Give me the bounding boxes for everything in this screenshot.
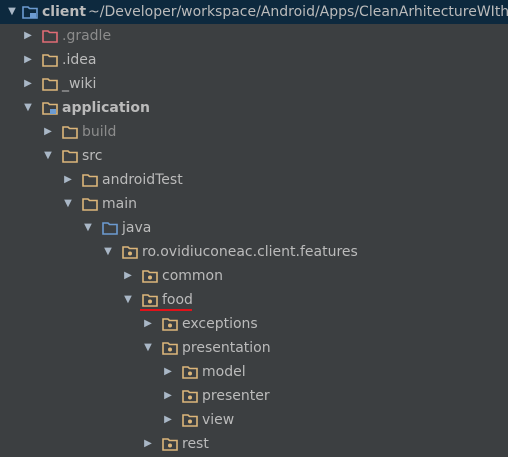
tree-row-common[interactable]: ▶ common — [0, 264, 508, 288]
expand-arrow-icon[interactable]: ▼ — [80, 216, 96, 240]
package-folder-icon — [122, 246, 138, 259]
tree-label-common: common — [162, 268, 223, 284]
tree-row-rest[interactable]: ▶ rest — [0, 432, 508, 456]
tree-label-client: client — [42, 4, 87, 20]
module-folder-icon — [22, 6, 38, 19]
tree-row-java[interactable]: ▼ java — [0, 216, 508, 240]
tree-label-build: build — [82, 124, 117, 140]
tree-label-view: view — [202, 412, 235, 428]
tree-label-model: model — [202, 364, 246, 380]
package-folder-icon — [182, 414, 198, 427]
excluded-folder-icon — [42, 30, 58, 43]
collapsed-arrow-icon[interactable]: ▶ — [20, 72, 36, 96]
tree-row-gradle[interactable]: ▶ .gradle — [0, 24, 508, 48]
tree-label-wiki: _wiki — [62, 76, 97, 92]
tree-row-package[interactable]: ▼ ro.ovidiuconeac.client.features — [0, 240, 508, 264]
tree-path-client: ~/Developer/workspace/Android/Apps/Clean… — [88, 4, 508, 20]
tree-label-java: java — [122, 220, 152, 236]
expand-arrow-icon[interactable]: ▼ — [4, 0, 20, 24]
tree-label-exceptions: exceptions — [182, 316, 258, 332]
folder-icon — [82, 198, 98, 211]
tree-row-food[interactable]: ▼ food — [0, 288, 508, 312]
tree-label-main: main — [102, 196, 137, 212]
expand-arrow-icon[interactable]: ▼ — [140, 336, 156, 360]
expand-arrow-icon[interactable]: ▼ — [120, 288, 136, 312]
source-folder-icon — [102, 222, 118, 235]
expand-arrow-icon[interactable]: ▼ — [40, 144, 56, 168]
package-folder-icon — [162, 438, 178, 451]
tree-row-presentation[interactable]: ▼ presentation — [0, 336, 508, 360]
collapsed-arrow-icon[interactable]: ▶ — [20, 24, 36, 48]
expand-arrow-icon[interactable]: ▼ — [100, 240, 116, 264]
tree-row-model[interactable]: ▶ model — [0, 360, 508, 384]
tree-label-gradle-name: gradle — [66, 28, 112, 44]
project-tree: ▼ client ~/Developer/workspace/Android/A… — [0, 0, 508, 457]
tree-label-application: application — [62, 100, 150, 116]
tree-row-application[interactable]: ▼ application — [0, 96, 508, 120]
highlight-underline — [140, 309, 192, 311]
module-folder-icon — [42, 102, 58, 115]
collapsed-arrow-icon[interactable]: ▶ — [160, 408, 176, 432]
tree-row-idea[interactable]: ▶ .idea — [0, 48, 508, 72]
tree-label-package: ro.ovidiuconeac.client.features — [142, 244, 358, 260]
folder-icon — [42, 78, 58, 91]
collapsed-arrow-icon[interactable]: ▶ — [60, 168, 76, 192]
tree-label-gradle: .gradle — [62, 24, 111, 48]
tree-row-view[interactable]: ▶ view — [0, 408, 508, 432]
folder-icon — [62, 126, 78, 139]
tree-row-main[interactable]: ▼ main — [0, 192, 508, 216]
package-folder-icon — [162, 342, 178, 355]
package-folder-icon — [182, 366, 198, 379]
tree-row-androidtest[interactable]: ▶ androidTest — [0, 168, 508, 192]
tree-label-presentation: presentation — [182, 340, 271, 356]
collapsed-arrow-icon[interactable]: ▶ — [120, 264, 136, 288]
package-folder-icon — [142, 270, 158, 283]
tree-row-build[interactable]: ▶ build — [0, 120, 508, 144]
package-folder-icon — [162, 318, 178, 331]
tree-row-src[interactable]: ▼ src — [0, 144, 508, 168]
collapsed-arrow-icon[interactable]: ▶ — [160, 360, 176, 384]
tree-row-client[interactable]: ▼ client ~/Developer/workspace/Android/A… — [0, 0, 508, 24]
folder-icon — [62, 150, 78, 163]
tree-label-src: src — [82, 148, 103, 164]
folder-icon — [42, 54, 58, 67]
tree-label-presenter: presenter — [202, 388, 270, 404]
package-folder-icon — [142, 294, 158, 307]
collapsed-arrow-icon[interactable]: ▶ — [40, 120, 56, 144]
tree-row-presenter[interactable]: ▶ presenter — [0, 384, 508, 408]
tree-label-rest: rest — [182, 436, 209, 452]
tree-label-idea: .idea — [62, 52, 97, 68]
tree-label-androidtest: androidTest — [102, 172, 183, 188]
expand-arrow-icon[interactable]: ▼ — [60, 192, 76, 216]
folder-icon — [82, 174, 98, 187]
package-folder-icon — [182, 390, 198, 403]
tree-row-wiki[interactable]: ▶ _wiki — [0, 72, 508, 96]
collapsed-arrow-icon[interactable]: ▶ — [140, 312, 156, 336]
tree-row-exceptions[interactable]: ▶ exceptions — [0, 312, 508, 336]
collapsed-arrow-icon[interactable]: ▶ — [140, 432, 156, 456]
expand-arrow-icon[interactable]: ▼ — [20, 96, 36, 120]
collapsed-arrow-icon[interactable]: ▶ — [20, 48, 36, 72]
collapsed-arrow-icon[interactable]: ▶ — [160, 384, 176, 408]
